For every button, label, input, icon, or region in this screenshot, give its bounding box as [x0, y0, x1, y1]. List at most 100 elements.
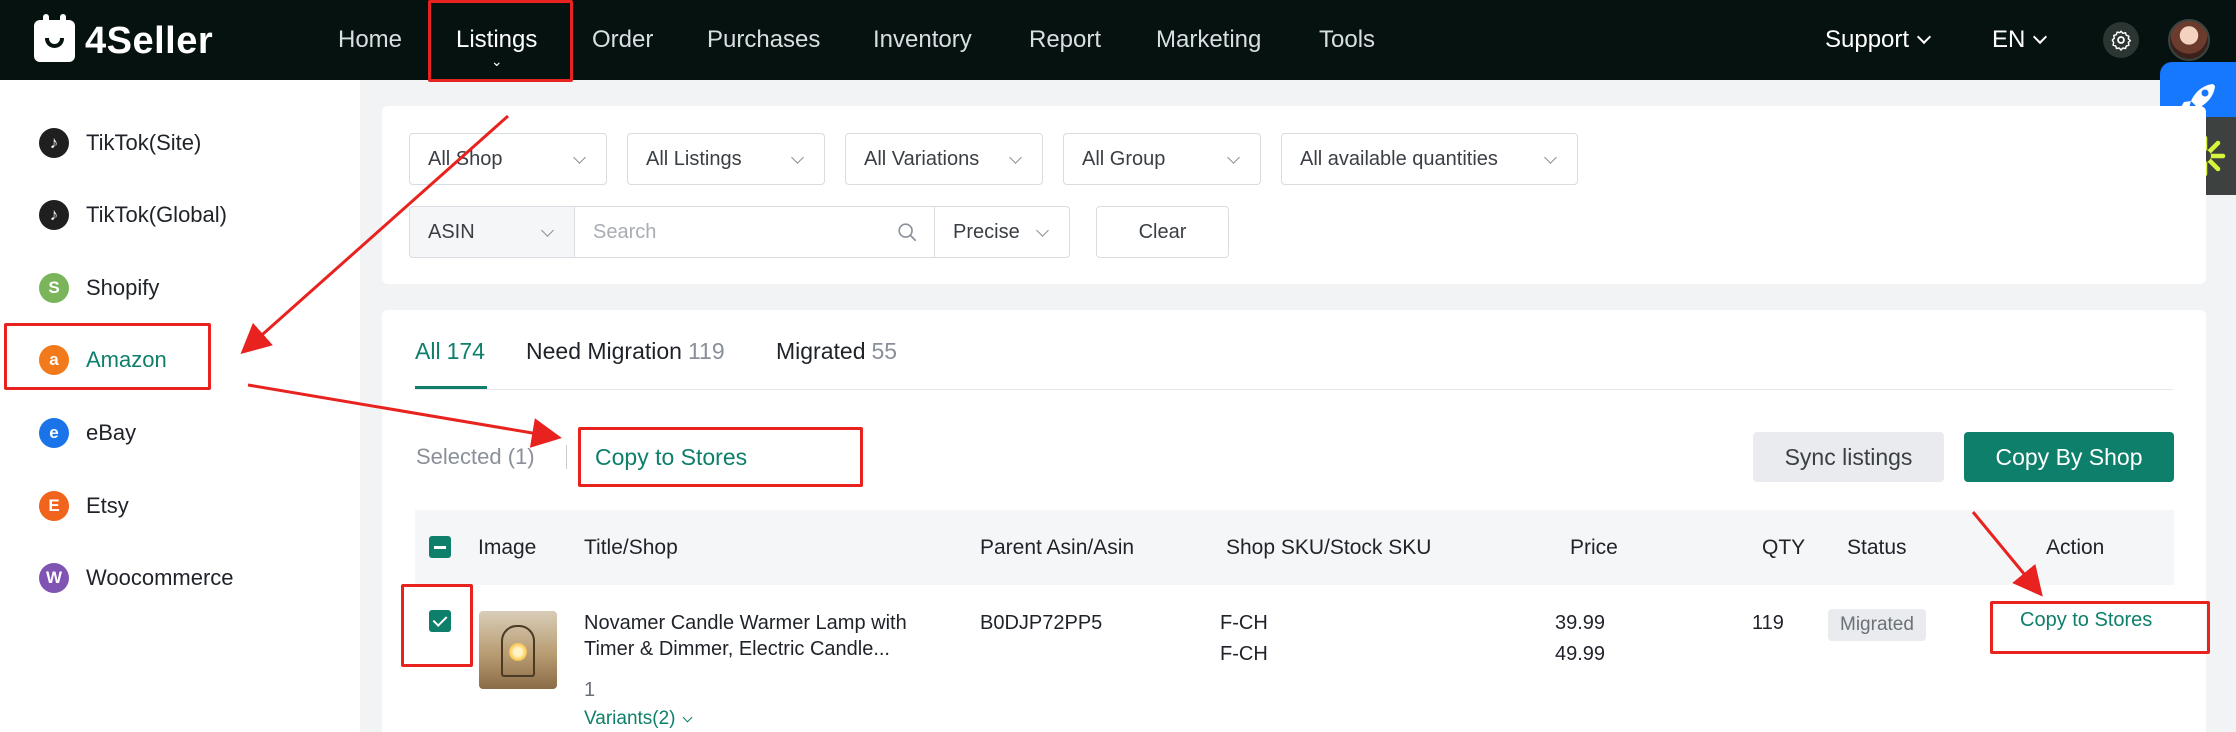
- selected-count: Selected (1): [416, 444, 535, 469]
- tab-count: 174: [446, 338, 485, 364]
- listings-select-value: All Listings: [646, 147, 742, 170]
- chevron-down-icon: [2033, 29, 2048, 45]
- settings-button[interactable]: [2103, 22, 2139, 58]
- sidebar-item-label: Woocommerce: [86, 565, 234, 590]
- sidebar-item-label: TikTok(Global): [86, 202, 227, 227]
- ebay-icon: e: [39, 418, 69, 448]
- product-title[interactable]: Novamer Candle Warmer Lamp with Timer & …: [584, 610, 907, 662]
- top-navigation-bar: 4Seller Home Listings ⌄ Order Purchases …: [0, 0, 2236, 80]
- status-badge: Migrated: [1828, 609, 1926, 641]
- search-box: [574, 206, 935, 258]
- clear-button[interactable]: Clear: [1096, 206, 1229, 258]
- sidebar-item-label: Shopify: [86, 275, 160, 300]
- qty-value: 119: [1752, 612, 1784, 634]
- tab-count: 55: [871, 338, 898, 364]
- variants-label: Variants(2): [584, 708, 676, 729]
- chevron-down-icon: [682, 712, 692, 723]
- platform-sidebar: ♪ TikTok(Site) ♪ TikTok(Global) S Shopif…: [0, 80, 360, 732]
- amazon-icon: a: [39, 345, 69, 375]
- language-menu[interactable]: EN: [1992, 0, 2048, 80]
- sidebar-item-tiktok-site[interactable]: ♪ TikTok(Site): [0, 113, 360, 173]
- copy-to-stores-bulk-button[interactable]: Copy to Stores: [595, 444, 747, 471]
- sidebar-item-shopify[interactable]: S Shopify: [0, 258, 360, 318]
- column-header: Status: [1847, 536, 1907, 559]
- sidebar-item-tiktok-global[interactable]: ♪ TikTok(Global): [0, 185, 360, 245]
- search-field-value: ASIN: [428, 220, 475, 243]
- user-avatar[interactable]: [2168, 19, 2210, 61]
- language-label: EN: [1992, 26, 2026, 53]
- product-title-line: Novamer Candle Warmer Lamp with: [584, 612, 907, 634]
- quantities-select[interactable]: All available quantities: [1281, 133, 1578, 185]
- price-value: 39.99 49.99: [1555, 610, 1605, 667]
- product-image[interactable]: [479, 611, 557, 689]
- brand-name: 4Seller: [85, 19, 214, 62]
- tab-label: All: [415, 338, 441, 364]
- copy-to-stores-row-button[interactable]: Copy to Stores: [2020, 609, 2152, 632]
- nav-listings-label: Listings: [456, 26, 538, 53]
- match-mode-value: Precise: [953, 220, 1020, 243]
- chevron-down-icon: [1036, 224, 1049, 237]
- column-header: Title/Shop: [584, 536, 678, 559]
- shop-select[interactable]: All Shop: [409, 133, 607, 185]
- sidebar-item-label: TikTok(Site): [86, 130, 202, 155]
- search-icon[interactable]: [896, 221, 918, 243]
- group-select-value: All Group: [1082, 147, 1166, 170]
- variations-select-value: All Variations: [864, 147, 980, 170]
- price-line: 39.99: [1555, 612, 1606, 634]
- chevron-down-icon: [573, 151, 586, 164]
- table-header: Image Title/Shop Parent Asin/Asin Shop S…: [415, 510, 2174, 585]
- row-checkbox[interactable]: [429, 610, 451, 632]
- sidebar-item-etsy[interactable]: E Etsy: [0, 476, 360, 536]
- variants-toggle[interactable]: Variants(2): [584, 708, 692, 730]
- chevron-down-icon: [1009, 151, 1022, 164]
- variations-select[interactable]: All Variations: [845, 133, 1043, 185]
- column-header: Action: [2046, 536, 2105, 559]
- tiktok-icon: ♪: [39, 128, 69, 158]
- tab-all[interactable]: All 174: [415, 338, 485, 386]
- support-label: Support: [1825, 26, 1910, 53]
- nav-home[interactable]: Home: [338, 0, 402, 80]
- group-select[interactable]: All Group: [1063, 133, 1261, 185]
- chevron-down-icon: [541, 224, 554, 237]
- sidebar-item-label: Etsy: [86, 493, 129, 518]
- nav-listings[interactable]: Listings ⌄: [456, 0, 537, 80]
- divider: [566, 445, 567, 469]
- nav-purchases[interactable]: Purchases: [707, 0, 820, 80]
- nav-marketing[interactable]: Marketing: [1156, 0, 1261, 80]
- nav-report[interactable]: Report: [1029, 0, 1101, 80]
- tab-migrated[interactable]: Migrated 55: [776, 338, 897, 386]
- brand-logo[interactable]: 4Seller: [34, 14, 214, 63]
- sync-listings-button[interactable]: Sync listings: [1753, 432, 1944, 482]
- chevron-down-icon: [1544, 151, 1557, 164]
- listings-select[interactable]: All Listings: [627, 133, 825, 185]
- sidebar-item-amazon[interactable]: a Amazon: [0, 330, 360, 390]
- nav-inventory[interactable]: Inventory: [873, 0, 972, 80]
- column-header: Image: [478, 536, 537, 559]
- match-mode-select[interactable]: Precise: [934, 206, 1070, 258]
- sidebar-item-ebay[interactable]: e eBay: [0, 403, 360, 463]
- logo-bag-icon: [34, 14, 75, 62]
- product-title-line: Timer & Dimmer, Electric Candle...: [584, 638, 890, 660]
- select-all-checkbox[interactable]: [429, 536, 451, 558]
- sidebar-item-woocommerce[interactable]: W Woocommerce: [0, 548, 360, 608]
- listings-panel: All 174 Need Migration 119 Migrated 55 Sele…: [382, 310, 2206, 732]
- stock-sku: F-CH: [1220, 643, 1268, 665]
- search-input[interactable]: [575, 208, 934, 256]
- etsy-icon: E: [39, 491, 69, 521]
- shopify-icon: S: [39, 273, 69, 303]
- search-field-select[interactable]: ASIN: [409, 206, 575, 258]
- nav-tools[interactable]: Tools: [1319, 0, 1375, 80]
- shop-select-value: All Shop: [428, 147, 503, 170]
- copy-by-shop-button[interactable]: Copy By Shop: [1964, 432, 2174, 482]
- sku-value: F-CH F-CH: [1220, 610, 1268, 667]
- woocommerce-icon: W: [39, 563, 69, 593]
- column-header: Shop SKU/Stock SKU: [1226, 536, 1432, 559]
- support-menu[interactable]: Support: [1825, 0, 1932, 80]
- tab-need-migration[interactable]: Need Migration 119: [526, 338, 725, 386]
- tab-divider: [415, 389, 2173, 390]
- tab-label: Need Migration: [526, 338, 682, 364]
- nav-order[interactable]: Order: [592, 0, 653, 80]
- shop-sku: F-CH: [1220, 612, 1268, 634]
- column-header: QTY: [1762, 536, 1806, 559]
- price-line: 49.99: [1555, 643, 1606, 665]
